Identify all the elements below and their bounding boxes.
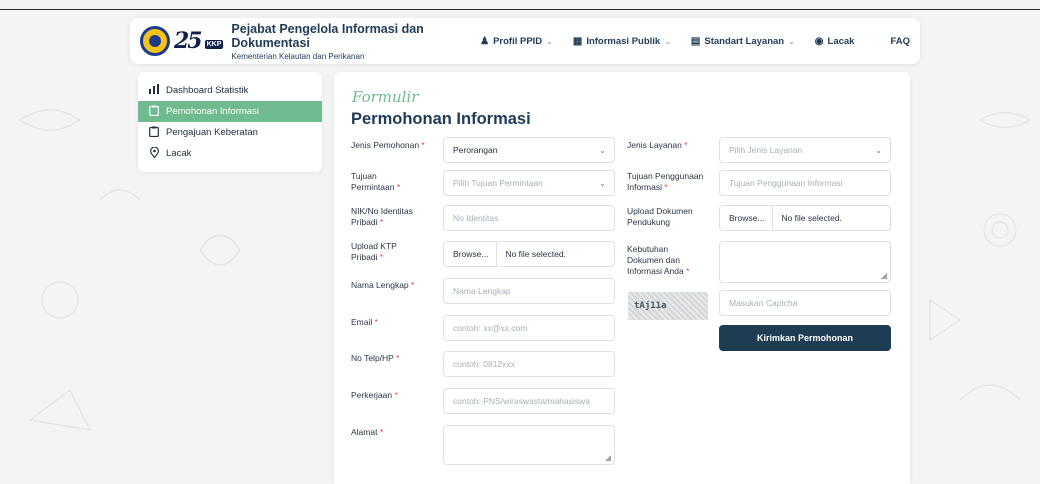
nav-profil-ppid[interactable]: ♟ Profil PPID ⌄ [480,36,553,47]
captcha-image: tAj11a [628,292,708,320]
jenis-layanan-select[interactable]: Pilih Jenis Layanan ⌄ [719,137,891,163]
nav-label: FAQ [890,35,910,47]
file-status: No file selected. [781,213,842,223]
clipboard-icon [148,126,160,140]
sidebar-item-lacak[interactable]: Lacak [138,143,322,164]
jenis-pemohonan-label: Jenis Pemohonan * [351,140,425,150]
main-nav: ♟ Profil PPID ⌄ ▦ Informasi Publik ⌄ ▤ S… [480,36,910,47]
kkp-badge: KKP [204,39,224,49]
chevron-down-icon: ⌄ [546,36,553,46]
nama-lengkap-input[interactable]: Nama Lengkap [443,278,615,304]
top-divider [0,9,1040,10]
kebutuhan-textarea[interactable] [719,241,891,283]
anniversary-logo-text: 25 [174,28,203,54]
grid-icon: ▦ [572,35,583,47]
tujuan-permintaan-label: Tujuan Permintaan * [351,171,401,192]
nav-informasi-publik[interactable]: ▦ Informasi Publik ⌄ [573,36,671,47]
page-title: Permohonan Informasi [351,110,531,128]
pekerjaan-label: Perkerjaan * [351,390,398,400]
chevron-down-icon: ⌄ [599,179,606,188]
clipboard-icon [148,105,160,119]
bar-chart-icon [148,84,160,97]
brand: Pejabat Pengelola Informasi dan Dokument… [231,22,480,61]
tujuan-penggunaan-input[interactable]: Tujuan Penggunaan Informasi [719,170,891,196]
sidebar-item-dashboard-statistik[interactable]: Dashboard Statistik [138,80,322,101]
nav-label: Informasi Publik [586,35,661,47]
form-script-heading: Formulir [352,88,419,106]
form-card: Formulir Permohonan Informasi Jenis Pemo… [334,72,910,484]
submit-button[interactable]: Kirimkan Permohonan [719,325,891,351]
pekerjaan-input[interactable]: contoh: PNS/wiraswasta/mahasiswa [443,388,615,414]
brand-title: Pejabat Pengelola Informasi dan Dokument… [231,21,424,50]
location-pin-icon [148,146,160,161]
no-telp-label: No Telp/HP * [351,353,400,363]
nav-lacak[interactable]: ◉ Lacak [815,36,855,47]
top-navbar: 25 KKP Pejabat Pengelola Informasi dan D… [130,18,920,64]
sidebar-item-label: Lacak [166,148,192,159]
resize-handle-icon[interactable] [605,455,611,461]
upload-dokumen-file-input[interactable]: Browse... No file selected. [719,205,891,231]
logo[interactable]: 25 KKP [140,26,224,56]
tujuan-penggunaan-label: Tujuan Penggunaan Informasi * [627,171,704,192]
email-input[interactable]: contoh: xx@xx.com [443,315,615,341]
sidebar: Dashboard Statistik Pemohonan Informasi … [138,72,322,172]
upload-ktp-label: Upload KTP Pribadi * [351,241,397,262]
kebutuhan-label: Kebutuhan Dokumen dan Informasi Anda * [627,244,690,276]
sidebar-item-label: Pengajuan Keberatan [166,127,258,138]
sidebar-item-label: Dashboard Statistik [166,85,249,96]
sidebar-item-label: Pemohonan Informasi [166,106,259,117]
brand-subtitle: Kementerian Kelautan dan Perikanan [231,51,365,61]
chevron-down-icon: ⌄ [664,36,671,46]
chevron-down-icon: ⌄ [875,146,882,155]
jenis-pemohonan-select[interactable]: Perorangan ⌄ [443,137,615,163]
nama-lengkap-label: Nama Lengkap * [351,280,415,290]
upload-ktp-file-input[interactable]: Browse... No file selected. [443,241,615,267]
sidebar-item-pemohonan-informasi[interactable]: Pemohonan Informasi [138,101,322,122]
nav-faq[interactable]: FAQ [890,36,910,47]
resize-handle-icon[interactable] [881,273,887,279]
upload-dokumen-label: Upload Dokumen Pendukung [627,206,693,227]
nav-label: Standart Layanan [704,35,785,47]
jenis-layanan-label: Jenis Layanan * [627,140,688,150]
sidebar-item-pengajuan-keberatan[interactable]: Pengajuan Keberatan [138,122,322,143]
file-status: No file selected. [505,249,566,259]
browse-button[interactable]: Browse... [453,242,498,266]
alamat-label: Alamat * [351,427,384,437]
no-telp-input[interactable]: contoh: 0812xxx [443,351,615,377]
chevron-down-icon: ⌄ [788,36,795,46]
document-icon: ▤ [690,35,701,47]
nav-label: Profil PPID [493,35,543,47]
chevron-down-icon: ⌄ [599,146,606,155]
kkp-emblem-icon [140,26,170,56]
nav-standart-layanan[interactable]: ▤ Standart Layanan ⌄ [691,36,795,47]
nav-label: Lacak [827,35,855,47]
captcha-input[interactable]: Masukan Captcha [719,290,891,316]
email-label: Email * [351,317,378,327]
people-icon: ♟ [480,35,490,47]
nik-input[interactable]: No Identitas [443,205,615,231]
nik-label: NIK/No Identitas Pribadi * [351,206,413,227]
pin-icon: ◉ [814,35,824,47]
tujuan-permintaan-select[interactable]: Pilih Tujuan Permintaan ⌄ [443,170,615,196]
alamat-textarea[interactable] [443,425,615,465]
browse-button[interactable]: Browse... [729,206,774,230]
